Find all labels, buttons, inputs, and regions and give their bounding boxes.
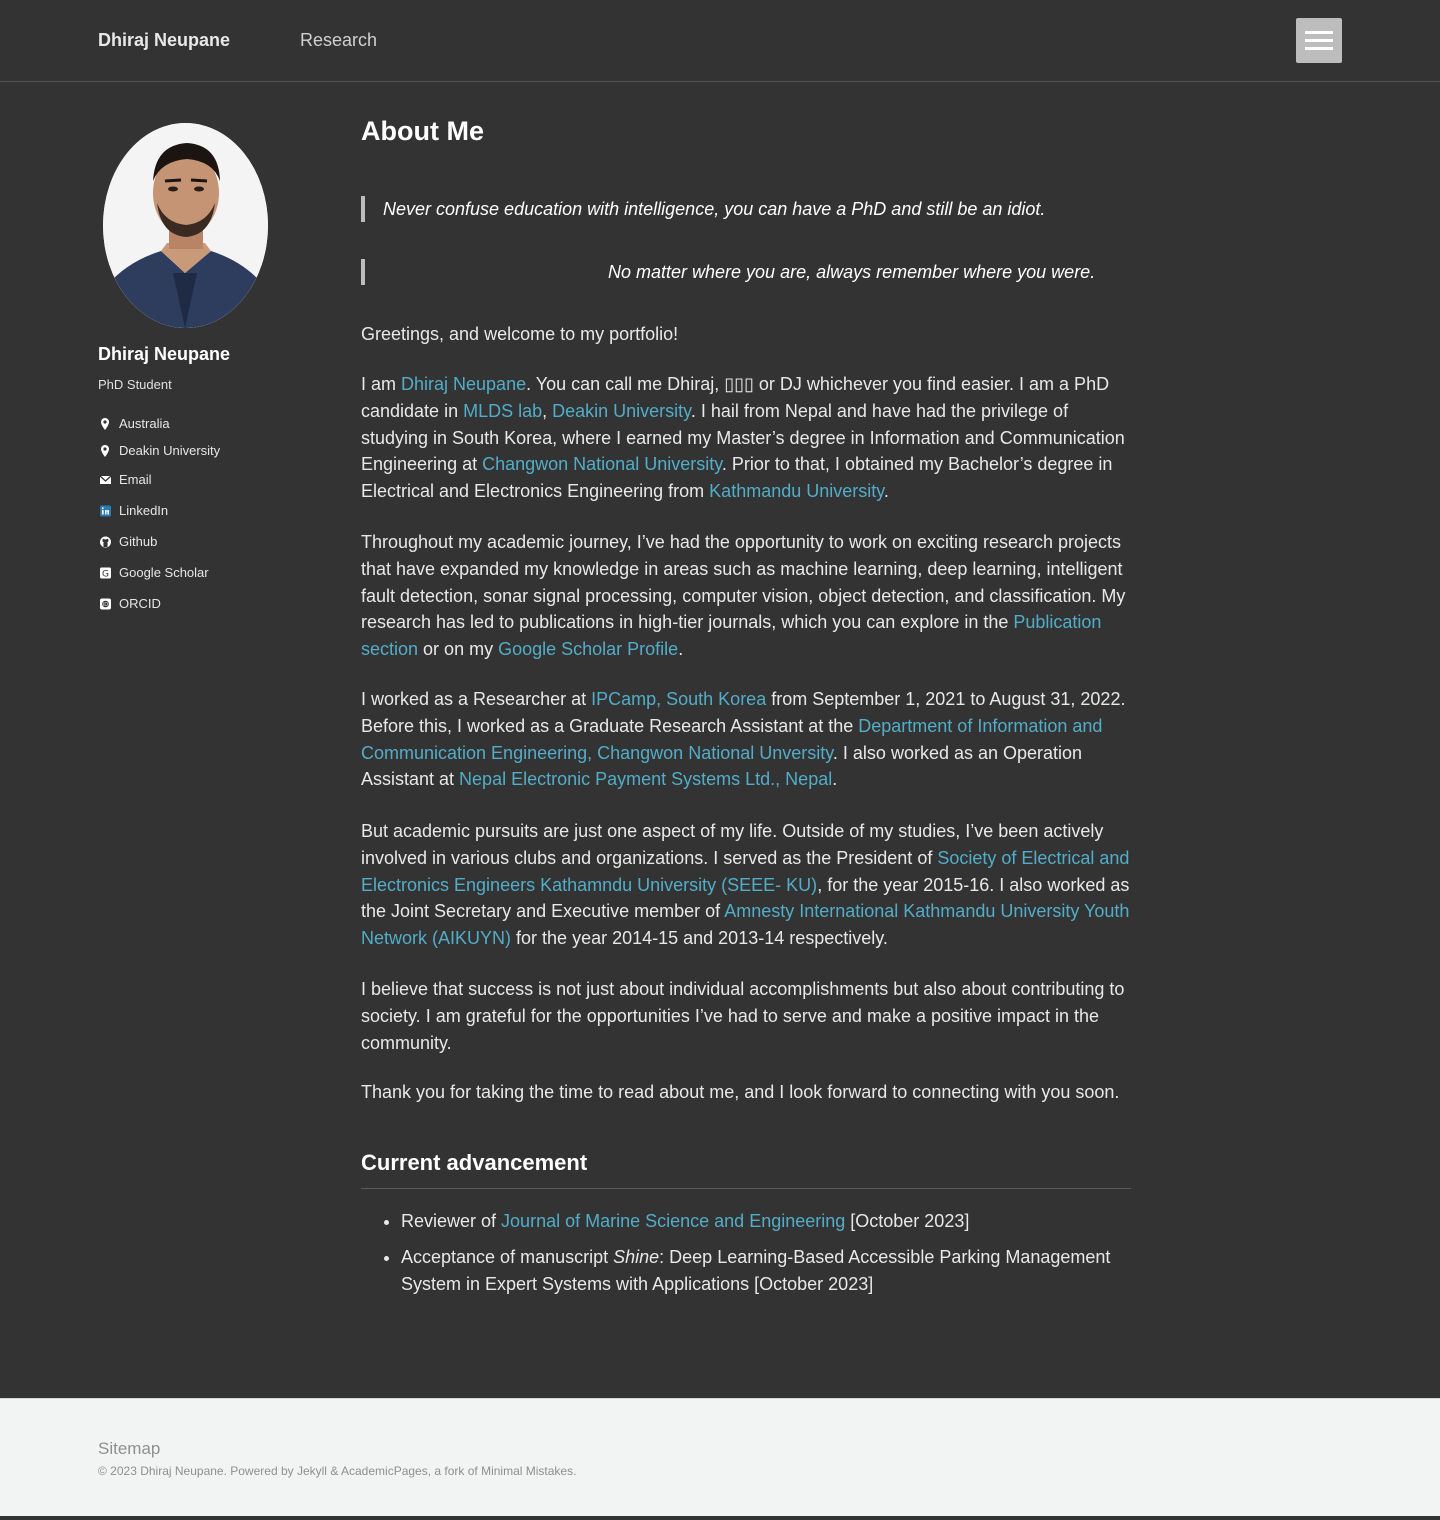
research-paragraph: Throughout my academic journey, I’ve had… [361,529,1131,663]
hamburger-icon-bar [1305,39,1333,42]
text: . [573,1464,577,1478]
envelope-icon [98,473,116,487]
activities-paragraph: But academic pursuits are just one aspec… [361,818,1131,952]
github-label: Github [119,534,158,549]
google-scholar-link[interactable]: G Google Scholar [98,565,209,580]
list-item: Reviewer of Journal of Marine Science an… [401,1208,1131,1235]
github-icon [98,535,116,549]
location-label: Australia [119,416,170,431]
linkedin-link[interactable]: LinkedIn [98,503,168,518]
text: Acceptance of manuscript [401,1246,614,1267]
github-link[interactable]: Github [98,534,157,549]
svg-text:G: G [102,569,109,579]
changwon-university-link[interactable]: Changwon National University [482,454,722,474]
text: , a fork of [427,1464,482,1478]
kathmandu-university-link[interactable]: Kathmandu University [709,481,884,501]
author-bio: PhD Student [98,377,172,392]
greeting-paragraph: Greetings, and welcome to my portfolio! [361,324,679,344]
text: Throughout my academic journey, I’ve had… [361,532,1126,633]
avatar [103,123,268,328]
advancement-list: Reviewer of Journal of Marine Science an… [361,1208,1131,1306]
hamburger-icon-bar [1305,47,1333,50]
sitemap-link[interactable]: Sitemap [98,1439,160,1459]
mlds-lab-link[interactable]: MLDS lab [463,401,542,421]
author-name: Dhiraj Neupane [98,344,231,364]
email-label: Email [119,472,152,487]
masthead: Dhiraj Neupane Research [0,0,1440,82]
name-link[interactable]: Dhiraj Neupane [401,374,526,394]
linkedin-icon [98,504,116,518]
orcid-link[interactable]: iD ORCID [98,596,161,611]
page-footer: Sitemap © 2023 Dhiraj Neupane. Powered b… [0,1398,1440,1516]
hamburger-menu-button[interactable] [1296,18,1342,63]
text: © 2023 Dhiraj Neupane. Powered by [98,1464,297,1478]
thanks-paragraph: Thank you for taking the time to read ab… [361,1082,1120,1102]
text: . [832,769,838,790]
main-content: About Me Never confuse education with in… [361,114,1131,1294]
copyright: © 2023 Dhiraj Neupane. Powered by Jekyll… [98,1464,576,1478]
avatar-photo [103,123,268,328]
orcid-icon: iD [98,597,116,611]
google-scholar-label: Google Scholar [119,565,209,580]
site-title-link[interactable]: Dhiraj Neupane [98,30,230,51]
academicpages-link[interactable]: AcademicPages [341,1464,428,1478]
belief-paragraph: I believe that success is not just about… [361,979,1125,1053]
email-link[interactable]: Email [98,472,152,487]
employer-label: Deakin University [119,443,221,458]
map-marker-icon [98,417,116,431]
list-item: Acceptance of manuscript Shine: Deep Lea… [401,1244,1131,1298]
employer-item: Deakin University [98,443,220,458]
minimal-mistakes-link[interactable]: Minimal Mistakes [481,1464,573,1478]
text: Reviewer of [401,1211,502,1231]
text: & [326,1464,341,1478]
text: . [678,639,684,660]
deakin-university-link[interactable]: Deakin University [552,401,691,421]
svg-text:iD: iD [103,602,108,608]
intro-paragraph: I am Dhiraj Neupane. You can call me Dhi… [361,371,1131,505]
bottom-border [0,1516,1440,1520]
text: . [883,481,889,502]
map-marker-icon [98,444,116,458]
ipcamp-link[interactable]: IPCamp, South Korea [591,689,766,709]
text: I am [361,374,402,394]
page-title: About Me [361,116,484,146]
text: or on my [418,639,499,660]
hamburger-icon-bar [1305,31,1333,34]
nav-link-research[interactable]: Research [300,30,377,51]
journal-link[interactable]: Journal of Marine Science and Engineerin… [501,1211,845,1231]
text: [October 2023] [845,1211,970,1231]
google-scholar-profile-link[interactable]: Google Scholar Profile [498,639,678,659]
text: for the year 2014-15 and 2013-14 respect… [511,928,888,949]
work-paragraph: I worked as a Researcher at IPCamp, Sout… [361,686,1131,793]
orcid-label: ORCID [119,596,161,611]
current-advancement-heading: Current advancement [361,1150,1131,1189]
text: , [542,400,553,421]
quote: Never confuse education with intelligenc… [361,196,1131,222]
location-item: Australia [98,416,170,431]
quote: No matter where you are, always remember… [361,259,1131,285]
linkedin-label: LinkedIn [119,503,169,518]
nepal-electronic-payment-link[interactable]: Nepal Electronic Payment Systems Ltd., N… [459,769,832,789]
manuscript-title: Shine [613,1246,660,1267]
text: I worked as a Researcher at [361,689,592,709]
jekyll-link[interactable]: Jekyll [297,1464,327,1478]
google-scholar-icon: G [98,566,116,580]
